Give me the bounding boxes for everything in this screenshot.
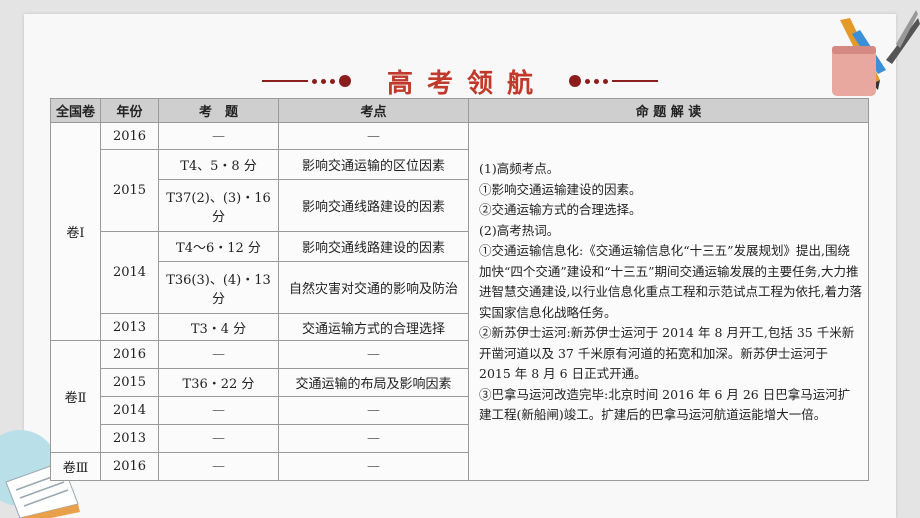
title-ornament-right — [569, 75, 658, 87]
question-cell: T4～6・12 分 — [158, 231, 279, 262]
header-explanation: 命 题 解 读 — [468, 98, 869, 123]
point-cell: — — [278, 452, 469, 481]
title-text: 高考领航 — [386, 68, 547, 99]
point-cell: 自然灾害对交通的影响及防治 — [278, 261, 469, 314]
year-cell: 2016 — [100, 122, 159, 150]
explanation-cell: (1)高频考点。 ①影响交通运输建设的因素。 ②交通运输方式的合理选择。 (2)… — [468, 122, 869, 481]
table-header-row: 全国卷 年份 考 题 考点 命 题 解 读 — [50, 98, 869, 123]
question-cell: — — [158, 340, 279, 369]
point-cell: 交通运输方式的合理选择 — [278, 313, 469, 341]
header-question: 考 题 — [158, 98, 279, 123]
question-cell: T36・22 分 — [158, 368, 279, 397]
section-title: 高考领航 — [0, 64, 920, 99]
exam-group-label: 卷Ⅱ — [50, 340, 101, 453]
year-cell: 2015 — [100, 149, 159, 232]
year-cell: 2016 — [100, 340, 159, 369]
explanation-paragraph: ①交通运输信息化:《交通运输信息化“十三五”发展规划》提出,围绕加快“四个交通”… — [479, 243, 862, 320]
explanation-line: ②交通运输方式的合理选择。 — [479, 202, 642, 217]
point-cell: — — [278, 396, 469, 425]
point-cell: — — [278, 424, 469, 453]
explanation-line: (2)高考热词。 — [479, 222, 560, 238]
explanation-line: (1)高频考点。 — [479, 161, 560, 176]
year-cell: 2016 — [100, 452, 159, 481]
header-exam: 全国卷 — [50, 98, 101, 123]
year-cell: 2013 — [100, 424, 159, 453]
point-cell: 影响交通线路建设的因素 — [278, 231, 469, 262]
question-cell: T3・4 分 — [158, 313, 279, 341]
year-cell: 2014 — [100, 231, 159, 314]
point-cell: 影响交通线路建设的因素 — [278, 179, 469, 232]
exam-group-label: 卷Ⅲ — [50, 452, 101, 481]
question-cell: — — [158, 122, 279, 150]
point-cell: 交通运输的布局及影响因素 — [278, 368, 469, 397]
header-year: 年份 — [100, 98, 159, 123]
question-cell: T4、5・8 分 — [158, 149, 279, 180]
question-cell: T36(3)、(4)・13 分 — [158, 261, 279, 314]
year-cell: 2013 — [100, 313, 159, 341]
explanation-paragraph: ③巴拿马运河改造完毕:北京时间 2016 年 6 月 26 日巴拿马运河扩建工程… — [479, 386, 851, 423]
question-cell: — — [158, 452, 279, 481]
question-cell: T37(2)、(3)・16 分 — [158, 179, 279, 232]
table-row: 卷Ⅰ 2016 — — (1)高频考点。 ①影响交通运输建设的因素。 ②交通运输… — [50, 122, 869, 481]
point-cell: 影响交通运输的区位因素 — [278, 149, 469, 180]
explanation-paragraph: ②新苏伊士运河:新苏伊士运河于 2014 年 8 月开工,包括 35 千米新开凿… — [479, 325, 855, 381]
point-cell: — — [278, 122, 469, 150]
question-cell: — — [158, 396, 279, 425]
year-cell: 2014 — [100, 396, 159, 425]
exam-table: 全国卷 年份 考 题 考点 命 题 解 读 卷Ⅰ 2016 — — (1)高频考… — [50, 98, 869, 481]
question-cell: — — [158, 424, 279, 453]
year-cell: 2015 — [100, 368, 159, 397]
explanation-line: ①影响交通运输建设的因素。 — [479, 181, 642, 197]
exam-group-label: 卷Ⅰ — [50, 122, 101, 341]
point-cell: — — [278, 340, 469, 369]
header-point: 考点 — [278, 98, 469, 123]
title-ornament-left — [261, 75, 351, 87]
